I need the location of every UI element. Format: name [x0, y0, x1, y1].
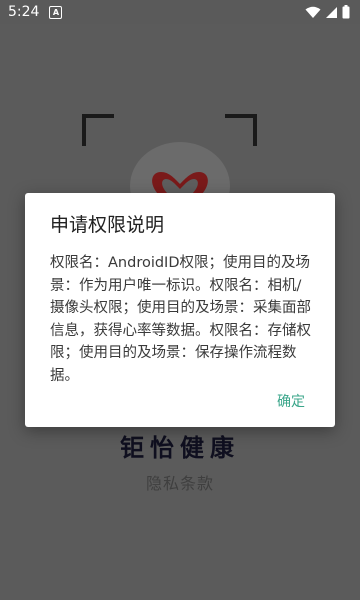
a-notification-icon: A — [49, 5, 63, 19]
permission-dialog: 申请权限说明 权限名：AndroidID权限；使用目的及场景：作为用户唯一标识。… — [25, 193, 335, 427]
status-time: 5:24 — [8, 4, 40, 20]
dialog-message: 权限名：AndroidID权限；使用目的及场景：作为用户唯一标识。权限名：相机/… — [50, 255, 311, 384]
confirm-button[interactable]: 确定 — [277, 391, 305, 411]
wifi-icon — [305, 6, 321, 18]
battery-icon — [342, 5, 350, 19]
privacy-policy-link[interactable]: 隐私条款 — [0, 470, 360, 494]
app-name: 钜怡健康 — [120, 434, 240, 462]
status-bar: 5:24 A — [0, 0, 360, 24]
dialog-actions: 确定 — [277, 391, 305, 411]
scan-frame-corner-top-left — [82, 114, 114, 146]
cellular-signal-icon — [326, 6, 337, 18]
dialog-title: 申请权限说明 — [50, 214, 165, 236]
